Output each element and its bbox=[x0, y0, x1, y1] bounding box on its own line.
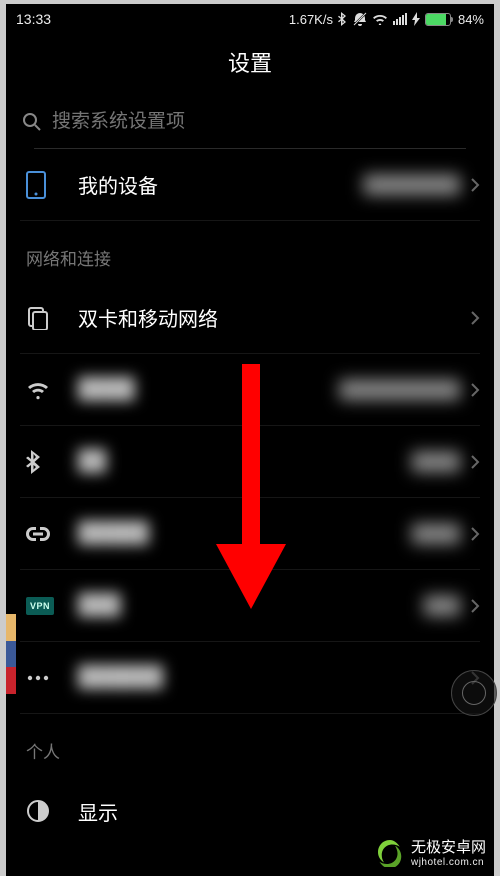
row-label: ██ bbox=[78, 450, 106, 473]
link-icon bbox=[20, 527, 78, 541]
edge-decor bbox=[6, 614, 16, 694]
row-label: █████ bbox=[78, 522, 149, 545]
bluetooth-row-icon bbox=[20, 450, 78, 474]
status-bar: 13:33 1.67K/s 84% bbox=[6, 4, 494, 30]
battery-percent: 84% bbox=[458, 12, 484, 27]
chevron-right-icon bbox=[470, 454, 480, 470]
row-label: ████ bbox=[78, 378, 135, 401]
search-bar[interactable] bbox=[6, 96, 494, 148]
battery-indicator bbox=[425, 13, 453, 26]
row-wifi[interactable]: ████ ██████████ bbox=[20, 354, 480, 426]
chevron-right-icon bbox=[470, 177, 480, 193]
section-personal-title: 个人 bbox=[20, 714, 480, 775]
row-my-device[interactable]: 我的设备 ████████ bbox=[20, 149, 480, 221]
row-bluetooth[interactable]: ██ ████ bbox=[20, 426, 480, 498]
dnd-icon bbox=[353, 12, 367, 26]
charging-icon bbox=[412, 12, 420, 26]
chevron-right-icon bbox=[470, 598, 480, 614]
device-icon bbox=[20, 171, 78, 199]
vpn-icon: VPN bbox=[20, 597, 78, 615]
row-value: ███ bbox=[424, 596, 470, 616]
chevron-right-icon bbox=[470, 310, 480, 326]
wifi-row-icon bbox=[20, 380, 78, 400]
row-label: 我的设备 bbox=[78, 170, 158, 199]
wifi-icon bbox=[372, 13, 388, 25]
section-network-title: 网络和连接 bbox=[20, 221, 480, 282]
contrast-icon bbox=[20, 799, 78, 823]
row-label: 显示 bbox=[78, 797, 118, 826]
row-vpn[interactable]: VPN ███ ███ bbox=[20, 570, 480, 642]
status-net-speed: 1.67K/s bbox=[289, 12, 333, 27]
watermark-url: wjhotel.com.cn bbox=[411, 857, 486, 868]
phone-frame: 13:33 1.67K/s 84% 设置 bbox=[0, 0, 500, 876]
row-label: ██████ bbox=[78, 666, 163, 689]
more-icon bbox=[20, 674, 78, 682]
row-hotspot[interactable]: █████ ████ bbox=[20, 498, 480, 570]
row-value: ████████ bbox=[364, 175, 470, 195]
search-icon bbox=[22, 112, 52, 132]
row-value: ████ bbox=[412, 452, 470, 472]
row-value: ██████████ bbox=[340, 380, 470, 400]
floating-ball[interactable] bbox=[451, 670, 497, 716]
status-time: 13:33 bbox=[16, 11, 51, 27]
row-value: ████ bbox=[412, 524, 470, 544]
row-label: ███ bbox=[78, 594, 121, 617]
row-display[interactable]: 显示 bbox=[20, 775, 480, 847]
chevron-right-icon bbox=[470, 526, 480, 542]
page-title: 设置 bbox=[6, 30, 494, 96]
row-sim[interactable]: 双卡和移动网络 bbox=[20, 282, 480, 354]
search-input[interactable] bbox=[52, 111, 478, 133]
row-label: 双卡和移动网络 bbox=[78, 303, 218, 332]
bluetooth-icon bbox=[338, 12, 348, 26]
settings-list: 我的设备 ████████ 网络和连接 双卡和移动网络 ████ ███████… bbox=[6, 148, 494, 847]
signal-icon bbox=[393, 13, 407, 25]
sim-icon bbox=[20, 306, 78, 330]
row-more[interactable]: ██████ bbox=[20, 642, 480, 714]
chevron-right-icon bbox=[470, 382, 480, 398]
